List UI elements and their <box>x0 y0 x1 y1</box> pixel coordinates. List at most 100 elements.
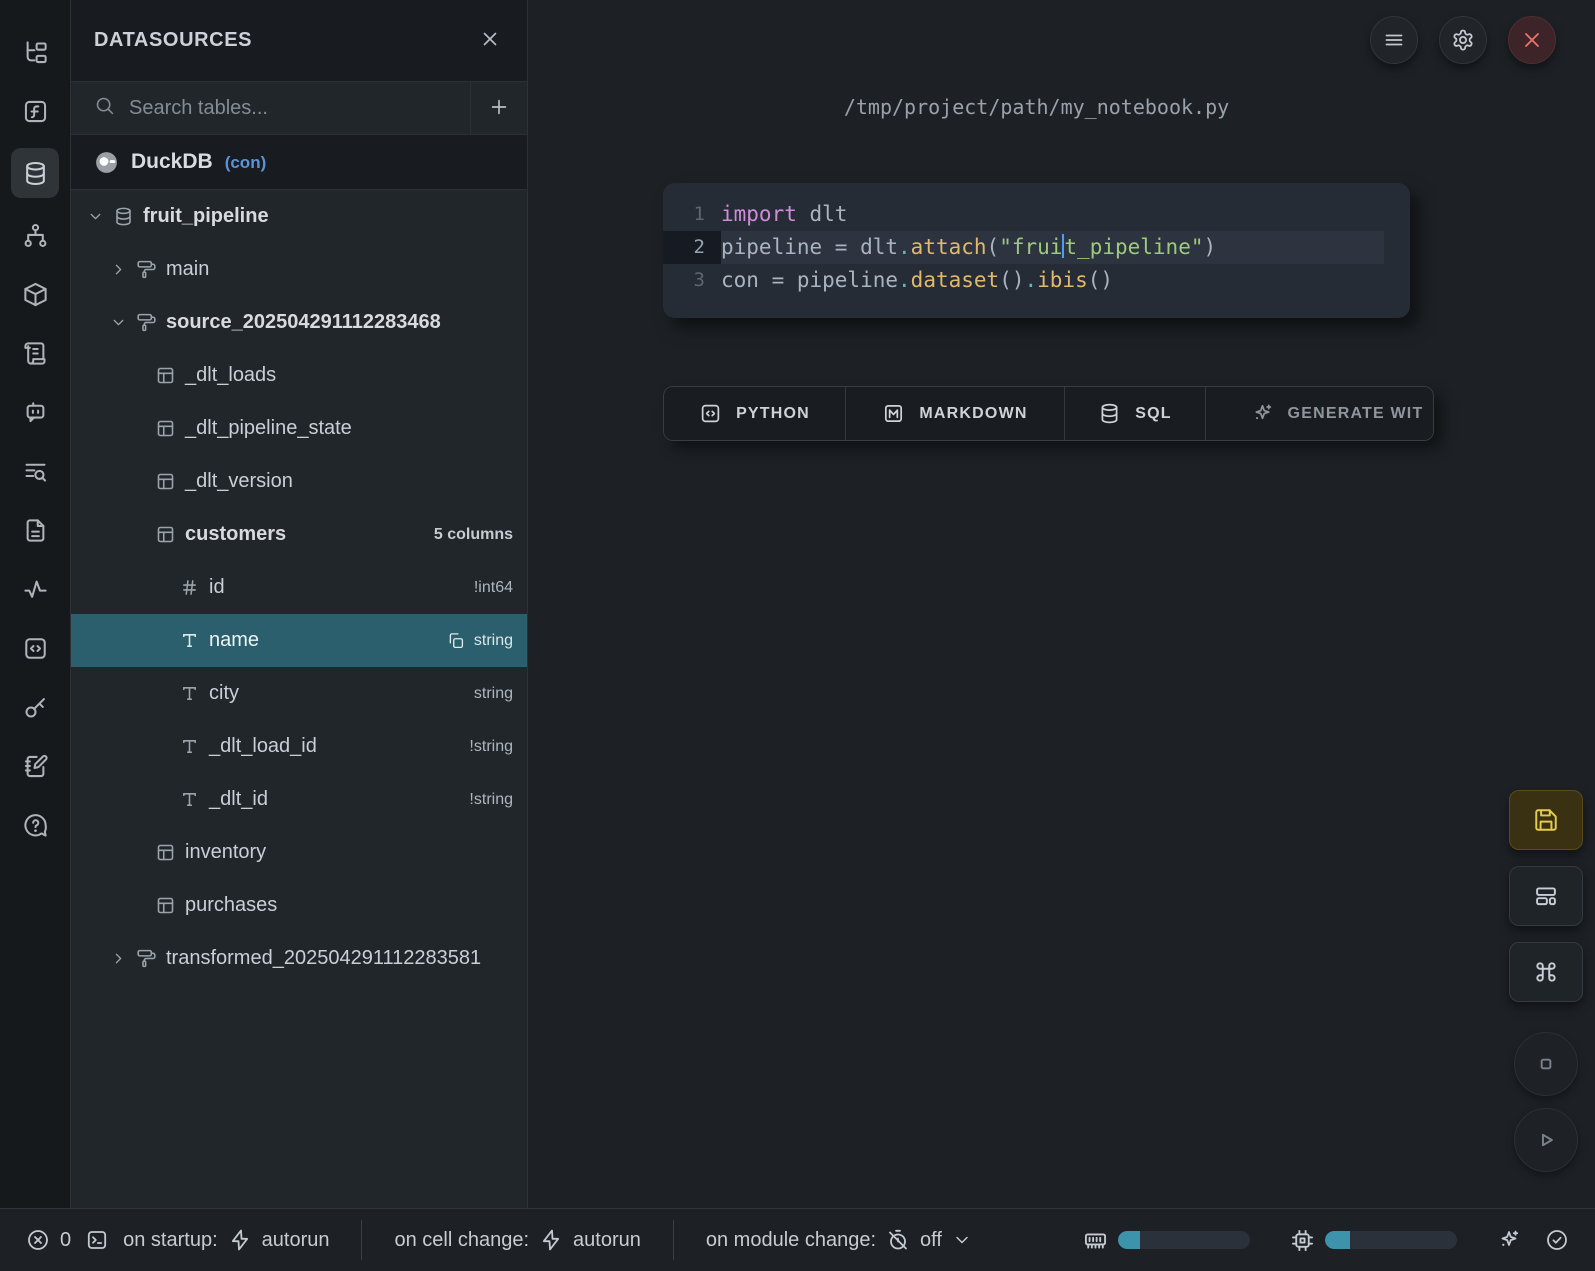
run-button[interactable] <box>1514 1108 1578 1172</box>
copy-icon <box>447 632 465 650</box>
text-icon <box>179 789 200 810</box>
tree-row-purchases[interactable]: purchases <box>71 879 527 932</box>
rail-item-tracing[interactable] <box>11 567 59 611</box>
rail-item-functions[interactable] <box>11 89 59 133</box>
tree-row-name[interactable]: namestring <box>71 614 527 667</box>
chevron-down-icon <box>87 208 104 225</box>
chevron-right-icon <box>110 261 127 278</box>
tree-label: _dlt_pipeline_state <box>185 417 352 440</box>
add-markdown-cell-button[interactable]: MARKDOWN <box>845 387 1064 440</box>
status-bar: 0 on startup: autorun on cell change:autoru… <box>0 1208 1595 1271</box>
rail-item-documentation[interactable] <box>11 508 59 552</box>
number-icon <box>179 577 200 598</box>
button-label: PYTHON <box>736 405 810 423</box>
schema-icon <box>136 259 157 280</box>
table-icon <box>155 842 176 863</box>
rail-item-file-explorer[interactable] <box>11 30 59 74</box>
on-module-change-setting[interactable]: on module change:off <box>706 1228 972 1252</box>
connection-row-duckdb[interactable]: DuckDB (con) <box>71 135 527 190</box>
x-icon <box>479 28 501 53</box>
table-icon <box>155 471 176 492</box>
help-icon <box>22 812 49 839</box>
code-cell[interactable]: 1import dlt2pipeline = dlt.attach("fruit… <box>663 183 1410 318</box>
kernel-status[interactable] <box>1545 1228 1569 1252</box>
zap-icon <box>539 1228 563 1252</box>
generate-with-ai-button[interactable]: GENERATE WIT <box>1205 387 1434 440</box>
tree-label: city <box>209 682 239 705</box>
status-value: autorun <box>262 1229 330 1252</box>
search-input[interactable] <box>129 97 456 120</box>
tree-row-_dlt_id[interactable]: _dlt_id!string <box>71 773 527 826</box>
search-row <box>71 82 527 135</box>
settings-icon <box>1451 28 1475 52</box>
status-value: off <box>920 1229 942 1252</box>
tree-row-fruit_pipeline[interactable]: fruit_pipeline <box>71 190 527 243</box>
rail-item-dependency-graph[interactable] <box>11 213 59 257</box>
status-bar-left: 0 on startup: autorun on cell change:autoru… <box>26 1220 1083 1260</box>
status-value: 0 <box>60 1229 71 1252</box>
add-sql-cell-button[interactable]: SQL <box>1064 387 1205 440</box>
tree-row-_dlt_load_id[interactable]: _dlt_load_id!string <box>71 720 527 773</box>
rail-item-help[interactable] <box>11 803 59 847</box>
save-button[interactable] <box>1509 790 1583 850</box>
add-python-cell-button[interactable]: PYTHON <box>664 387 845 440</box>
line-number: 2 <box>663 231 721 264</box>
rail-item-logs[interactable] <box>11 449 59 493</box>
button-label: GENERATE WIT <box>1288 405 1424 423</box>
settings-button[interactable] <box>1439 16 1487 64</box>
rail-item-snippets[interactable] <box>11 331 59 375</box>
status-bar-right <box>1083 1228 1569 1253</box>
rail-item-secrets[interactable] <box>11 685 59 729</box>
stop-icon <box>1533 1051 1559 1077</box>
save-icon <box>1533 807 1559 833</box>
floating-actions <box>1509 790 1583 1184</box>
tree-row-source_202504291112283468[interactable]: source_202504291112283468 <box>71 296 527 349</box>
rail-item-ai-chat[interactable] <box>11 390 59 434</box>
menu-button[interactable] <box>1370 16 1418 64</box>
x-icon <box>1520 28 1544 52</box>
rail-item-scratchpad-code[interactable] <box>11 626 59 670</box>
memory-usage-fill <box>1118 1231 1140 1249</box>
text-icon <box>179 683 200 704</box>
tree-row-city[interactable]: citystring <box>71 667 527 720</box>
tree-label: inventory <box>185 841 266 864</box>
on-cell-change-setting[interactable]: on cell change:autorun <box>394 1228 640 1252</box>
add-datasource-button[interactable] <box>470 82 527 134</box>
error-count[interactable]: 0 <box>26 1228 71 1252</box>
duckdb-logo-icon <box>94 150 119 175</box>
tree-row-_dlt_pipeline_state[interactable]: _dlt_pipeline_state <box>71 402 527 455</box>
stop-button[interactable] <box>1514 1032 1578 1096</box>
terminal-toggle[interactable] <box>85 1228 109 1252</box>
rail-item-notes[interactable] <box>11 744 59 788</box>
text-icon <box>179 736 200 757</box>
tree-row-transformed_202504291112283581[interactable]: transformed_202504291112283581 <box>71 932 527 985</box>
datasources-panel: DATASOURCES DuckDB (con) fruit_pipelinem… <box>71 0 528 1208</box>
close-button[interactable] <box>1508 16 1556 64</box>
cpu-usage-fill <box>1325 1231 1350 1249</box>
tree-row-main[interactable]: main <box>71 243 527 296</box>
ai-assist-status[interactable] <box>1497 1228 1521 1252</box>
status-separator <box>361 1220 362 1260</box>
activity-rail <box>0 0 71 1208</box>
tree-row-_dlt_version[interactable]: _dlt_version <box>71 455 527 508</box>
command-palette-button[interactable] <box>1509 942 1583 1002</box>
tree-row-_dlt_loads[interactable]: _dlt_loads <box>71 349 527 402</box>
tree-label: main <box>166 258 209 281</box>
on-startup-setting[interactable]: on startup: autorun <box>123 1228 329 1252</box>
tree-row-customers[interactable]: customers5 columns <box>71 508 527 561</box>
rail-item-packages[interactable] <box>11 272 59 316</box>
rail-item-datasources[interactable] <box>11 148 59 198</box>
memory-usage-bar <box>1118 1231 1250 1249</box>
chevron-down-icon <box>110 314 127 331</box>
sparkles-icon <box>1497 1228 1521 1252</box>
document-icon <box>22 517 49 544</box>
panel-title: DATASOURCES <box>94 29 252 52</box>
close-panel-button[interactable] <box>479 28 501 53</box>
tree-row-id[interactable]: id!int64 <box>71 561 527 614</box>
check-circle-icon <box>1545 1228 1569 1252</box>
layout-icon <box>1533 883 1559 909</box>
layout-button[interactable] <box>1509 866 1583 926</box>
tree-row-inventory[interactable]: inventory <box>71 826 527 879</box>
search-icon <box>94 95 115 121</box>
status-label: on startup: <box>123 1229 218 1252</box>
